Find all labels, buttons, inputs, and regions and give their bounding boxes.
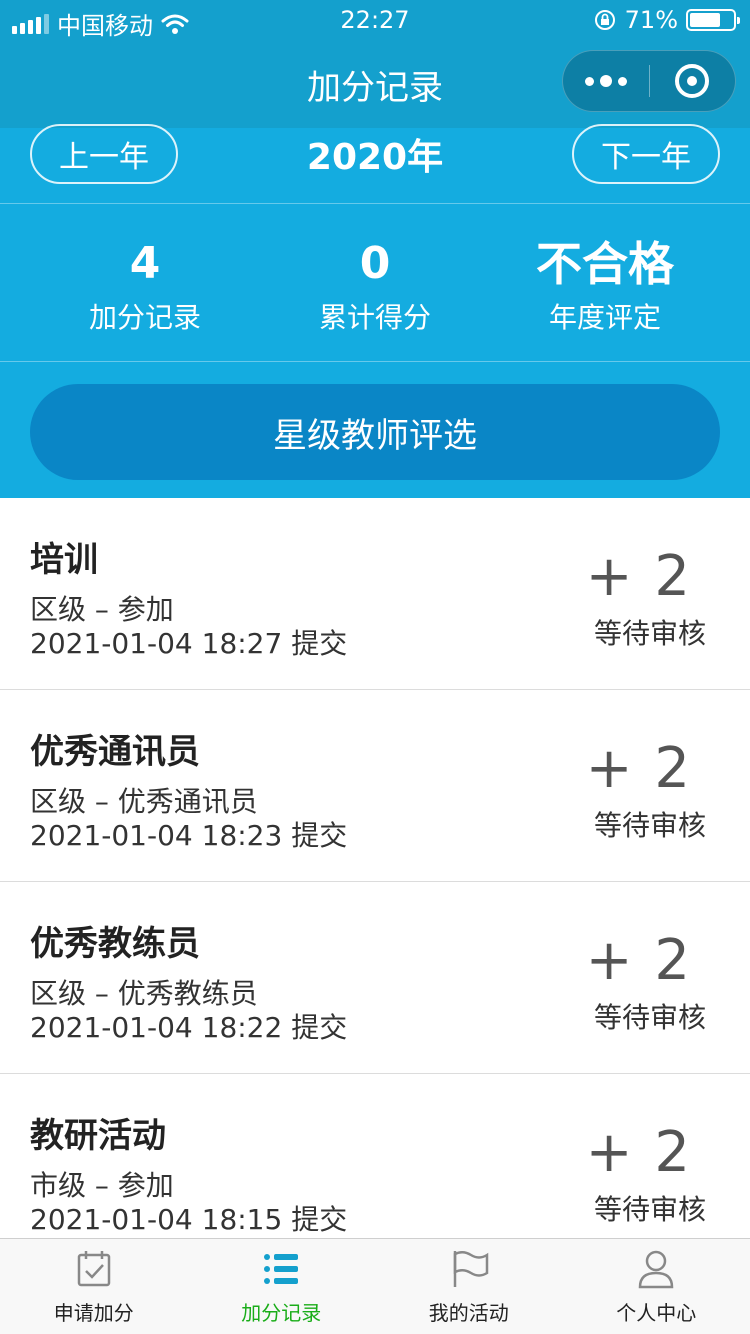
list-icon	[264, 1254, 299, 1284]
record-status: 等待审核	[593, 1001, 706, 1034]
record-score: + 2	[585, 736, 692, 801]
flag-icon	[453, 1251, 488, 1287]
mini-program-capsule	[562, 50, 736, 112]
record-time: 2021-01-04 18:22 提交	[30, 1011, 348, 1044]
battery-icon	[686, 9, 740, 31]
record-score: + 2	[585, 544, 692, 609]
tab-label: 我的活动	[428, 1301, 509, 1325]
record-status: 等待审核	[593, 1193, 706, 1226]
stat-value: 0	[359, 238, 391, 289]
summary-header: 上一年 2020年 下一年 4 加分记录 0 累计得分 不合格 年度评定 星级教…	[0, 124, 750, 498]
tab-points-records[interactable]: 加分记录	[188, 1239, 376, 1334]
status-right: 71%	[593, 6, 740, 34]
user-icon	[638, 1250, 674, 1289]
record-score: + 2	[585, 1120, 692, 1185]
stat-record-count: 4 加分记录	[20, 240, 270, 336]
record-time: 2021-01-04 18:27 提交	[30, 627, 348, 660]
record-title: 优秀教练员	[30, 924, 200, 964]
record-score: + 2	[585, 928, 692, 993]
calendar-check-icon	[77, 1251, 110, 1287]
record-time: 2021-01-04 18:15 提交	[30, 1203, 348, 1236]
stats-row: 4 加分记录 0 累计得分 不合格 年度评定	[0, 204, 750, 362]
tab-label: 申请加分	[53, 1301, 134, 1325]
stat-annual-rating: 不合格 年度评定	[480, 240, 730, 336]
stat-label: 累计得分	[318, 301, 431, 334]
tab-apply-points[interactable]: 申请加分	[0, 1239, 188, 1334]
list-item[interactable]: 教研活动 市级 – 参加 2021-01-04 18:15 提交 + 2 等待审…	[0, 1074, 750, 1238]
record-list: 培训 区级 – 参加 2021-01-04 18:27 提交 + 2 等待审核 …	[0, 498, 750, 1238]
list-item[interactable]: 优秀教练员 区级 – 优秀教练员 2021-01-04 18:22 提交 + 2…	[0, 882, 750, 1074]
record-status: 等待审核	[593, 809, 706, 842]
more-menu-button[interactable]	[563, 51, 649, 111]
record-status: 等待审核	[593, 617, 706, 650]
stat-total-score: 0 累计得分	[250, 240, 500, 336]
next-year-button[interactable]: 下一年	[572, 124, 720, 184]
rotation-lock-icon	[594, 10, 615, 30]
record-title: 培训	[30, 540, 98, 580]
target-icon	[675, 64, 710, 98]
list-item[interactable]: 培训 区级 – 参加 2021-01-04 18:27 提交 + 2 等待审核	[0, 498, 750, 690]
stat-label: 加分记录	[88, 301, 201, 334]
tab-label: 加分记录	[241, 1301, 322, 1325]
star-teacher-button[interactable]: 星级教师评选	[30, 384, 720, 480]
record-title: 教研活动	[30, 1116, 166, 1156]
stat-label: 年度评定	[548, 301, 661, 334]
record-time: 2021-01-04 18:23 提交	[30, 819, 348, 852]
tab-label: 个人中心	[616, 1301, 697, 1325]
record-title: 优秀通讯员	[30, 732, 200, 772]
tab-personal-center[interactable]: 个人中心	[563, 1239, 750, 1334]
nav-bar: 加分记录	[0, 40, 750, 128]
stat-value: 4	[129, 238, 161, 289]
battery-percent: 71%	[624, 6, 678, 34]
tab-bar: 申请加分 加分记录 我的活动 个人中心	[0, 1238, 750, 1334]
stat-value: 不合格	[536, 237, 674, 291]
tab-my-activities[interactable]: 我的活动	[375, 1239, 563, 1334]
list-item[interactable]: 优秀通讯员 区级 – 优秀通讯员 2021-01-04 18:23 提交 + 2…	[0, 690, 750, 882]
status-bar: 中国移动 22:27 71%	[0, 0, 750, 40]
year-selector: 上一年 2020年 下一年	[0, 124, 750, 204]
close-mini-program-button[interactable]	[650, 51, 736, 111]
